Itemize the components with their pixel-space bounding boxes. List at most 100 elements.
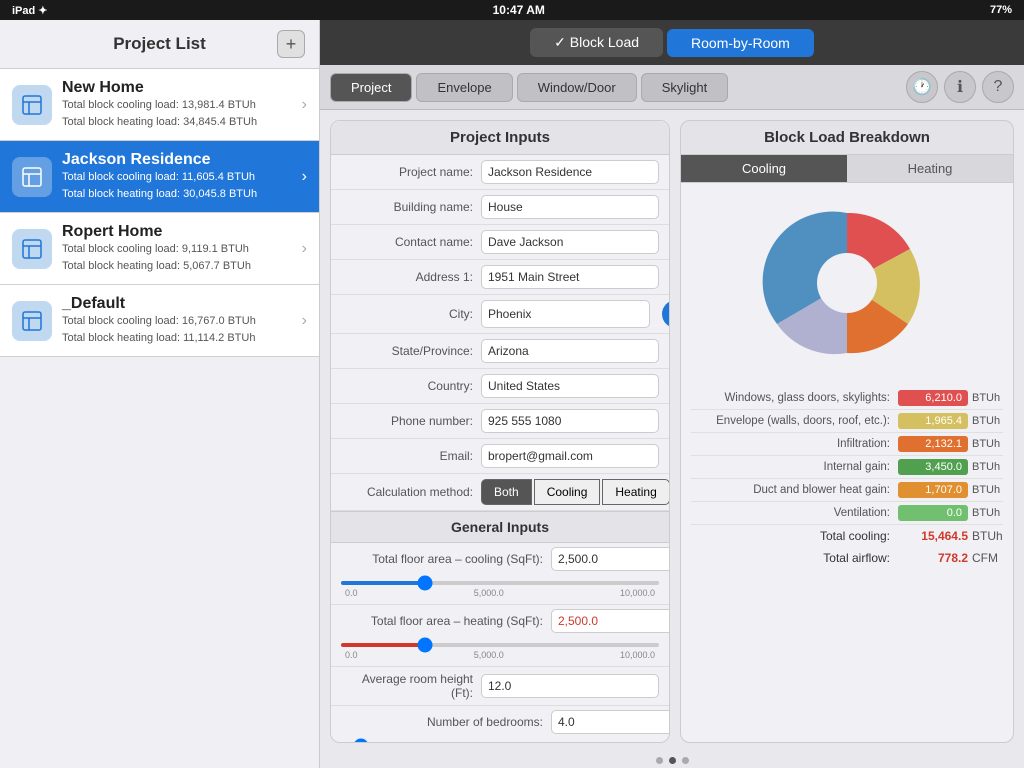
sidebar-item-jackson-residence[interactable]: Jackson Residence Total block cooling lo…	[0, 141, 319, 213]
field-label: Address 1:	[341, 270, 481, 284]
chevron-icon-jackson-residence: ›	[302, 168, 307, 186]
field-row: Project name:	[331, 155, 669, 190]
item-cooling-new-home: Total block cooling load: 13,981.4 BTUh	[62, 97, 294, 114]
calc-cooling-btn[interactable]: Cooling	[534, 479, 601, 505]
item-name-default: _Default	[62, 295, 294, 313]
sidebar-item-default[interactable]: _Default Total block cooling load: 16,76…	[0, 285, 319, 357]
floor-heating-slider[interactable]	[341, 643, 659, 647]
field-input[interactable]	[481, 409, 659, 433]
item-heating-new-home: Total block heating load: 34,845.4 BTUh	[62, 114, 294, 131]
item-cooling-default: Total block cooling load: 16,767.0 BTUh	[62, 313, 294, 330]
status-time: 10:47 AM	[48, 3, 990, 17]
floor-heating-input[interactable]	[551, 609, 670, 633]
cooling-tab[interactable]: Cooling	[681, 155, 847, 182]
info-icon[interactable]: ℹ	[944, 71, 976, 103]
breakdown-unit: BTUh	[968, 507, 1003, 519]
general-inputs-title: General Inputs	[331, 511, 669, 543]
field-row: Email:	[331, 439, 669, 474]
room-height-input[interactable]	[481, 674, 659, 698]
room-height-row: Average room height (Ft):	[331, 667, 669, 706]
breakdown-table: Windows, glass doors, skylights: 6,210.0…	[681, 383, 1013, 742]
city-arrow-btn[interactable]: ›	[662, 300, 670, 328]
content-area: Project Inputs Project name:Building nam…	[320, 110, 1024, 753]
bedrooms-input[interactable]	[551, 710, 670, 734]
sidebar-header: Project List +	[0, 20, 319, 69]
sub-tab-skylight[interactable]: Skylight	[641, 73, 729, 102]
heating-tab[interactable]: Heating	[847, 155, 1013, 182]
cooling-heating-tabs: Cooling Heating	[681, 155, 1013, 183]
inputs-panel: Project Inputs Project name:Building nam…	[330, 120, 670, 743]
floor-cooling-label: Total floor area – cooling (SqFt):	[341, 552, 551, 566]
right-panel: ✓ Block Load Room-by-Room ProjectEnvelop…	[320, 20, 1024, 768]
breakdown-row-label: Infiltration:	[691, 438, 898, 450]
field-label: Email:	[341, 449, 481, 463]
page-dot-2[interactable]	[669, 757, 676, 764]
block-load-tab[interactable]: ✓ Block Load	[530, 28, 663, 57]
chevron-icon-new-home: ›	[302, 96, 307, 114]
inputs-panel-title: Project Inputs	[331, 121, 669, 155]
item-icon-default	[12, 301, 52, 341]
breakdown-unit: BTUh	[968, 438, 1003, 450]
breakdown-row-label: Windows, glass doors, skylights:	[691, 392, 898, 404]
field-input[interactable]	[481, 374, 659, 398]
breakdown-value: 3,450.0	[898, 459, 968, 475]
item-icon-ropert-home	[12, 229, 52, 269]
total-unit: CFM	[968, 551, 1003, 565]
calc-method-group: Both Cooling Heating	[481, 479, 670, 505]
field-label: Contact name:	[341, 235, 481, 249]
bedrooms-label: Number of bedrooms:	[341, 715, 551, 729]
help-icon[interactable]: ?	[982, 71, 1014, 103]
item-name-ropert-home: Ropert Home	[62, 223, 294, 241]
sub-tab-project[interactable]: Project	[330, 73, 412, 102]
field-row: State/Province:	[331, 334, 669, 369]
field-input[interactable]	[481, 230, 659, 254]
field-input[interactable]	[481, 265, 659, 289]
room-by-room-tab[interactable]: Room-by-Room	[667, 29, 814, 57]
floor-cooling-slider[interactable]	[341, 581, 659, 585]
item-text-new-home: New Home Total block cooling load: 13,98…	[62, 79, 294, 130]
breakdown-data-row: Duct and blower heat gain: 1,707.0 BTUh	[691, 479, 1003, 502]
total-value: 778.2	[898, 551, 968, 565]
total-label: Total cooling:	[691, 529, 898, 543]
sidebar-item-new-home[interactable]: New Home Total block cooling load: 13,98…	[0, 69, 319, 141]
breakdown-unit: BTUh	[968, 484, 1003, 496]
calc-heating-btn[interactable]: Heating	[602, 479, 669, 505]
chevron-icon-ropert-home: ›	[302, 240, 307, 258]
add-project-button[interactable]: +	[277, 30, 305, 58]
page-dots	[320, 753, 1024, 768]
field-input[interactable]	[481, 195, 659, 219]
item-text-jackson-residence: Jackson Residence Total block cooling lo…	[62, 151, 294, 202]
breakdown-value: 1,707.0	[898, 482, 968, 498]
breakdown-row-label: Envelope (walls, doors, roof, etc.):	[691, 415, 898, 427]
field-input[interactable]	[481, 444, 659, 468]
breakdown-total-row: Total cooling: 15,464.5 BTUh	[691, 525, 1003, 547]
field-label: City:	[341, 307, 481, 321]
breakdown-value: 1,965.4	[898, 413, 968, 429]
field-label: Country:	[341, 379, 481, 393]
field-input[interactable]	[481, 339, 659, 363]
field-row: City: ›	[331, 295, 669, 334]
page-dot-3[interactable]	[682, 757, 689, 764]
city-wrapper: ›	[481, 300, 670, 328]
item-text-ropert-home: Ropert Home Total block cooling load: 9,…	[62, 223, 294, 274]
calc-method-label: Calculation method:	[341, 485, 481, 499]
sub-nav-icons: 🕐ℹ?	[906, 71, 1014, 103]
page-dot-1[interactable]	[656, 757, 663, 764]
pie-chart	[747, 193, 947, 373]
item-text-default: _Default Total block cooling load: 16,76…	[62, 295, 294, 346]
status-right: 77%	[990, 4, 1012, 16]
sub-tab-windowdoor[interactable]: Window/Door	[517, 73, 637, 102]
field-input[interactable]	[481, 160, 659, 184]
sub-tab-envelope[interactable]: Envelope	[416, 73, 512, 102]
field-row: Building name:	[331, 190, 669, 225]
status-left: iPad ✦	[12, 4, 48, 17]
clock-icon[interactable]: 🕐	[906, 71, 938, 103]
field-input[interactable]	[481, 300, 650, 328]
calc-both-btn[interactable]: Both	[481, 479, 532, 505]
item-cooling-jackson-residence: Total block cooling load: 11,605.4 BTUh	[62, 169, 294, 186]
breakdown-data-row: Envelope (walls, doors, roof, etc.): 1,9…	[691, 410, 1003, 433]
total-value: 15,464.5	[898, 529, 968, 543]
breakdown-value: 0.0	[898, 505, 968, 521]
sidebar-item-ropert-home[interactable]: Ropert Home Total block cooling load: 9,…	[0, 213, 319, 285]
floor-cooling-input[interactable]	[551, 547, 670, 571]
